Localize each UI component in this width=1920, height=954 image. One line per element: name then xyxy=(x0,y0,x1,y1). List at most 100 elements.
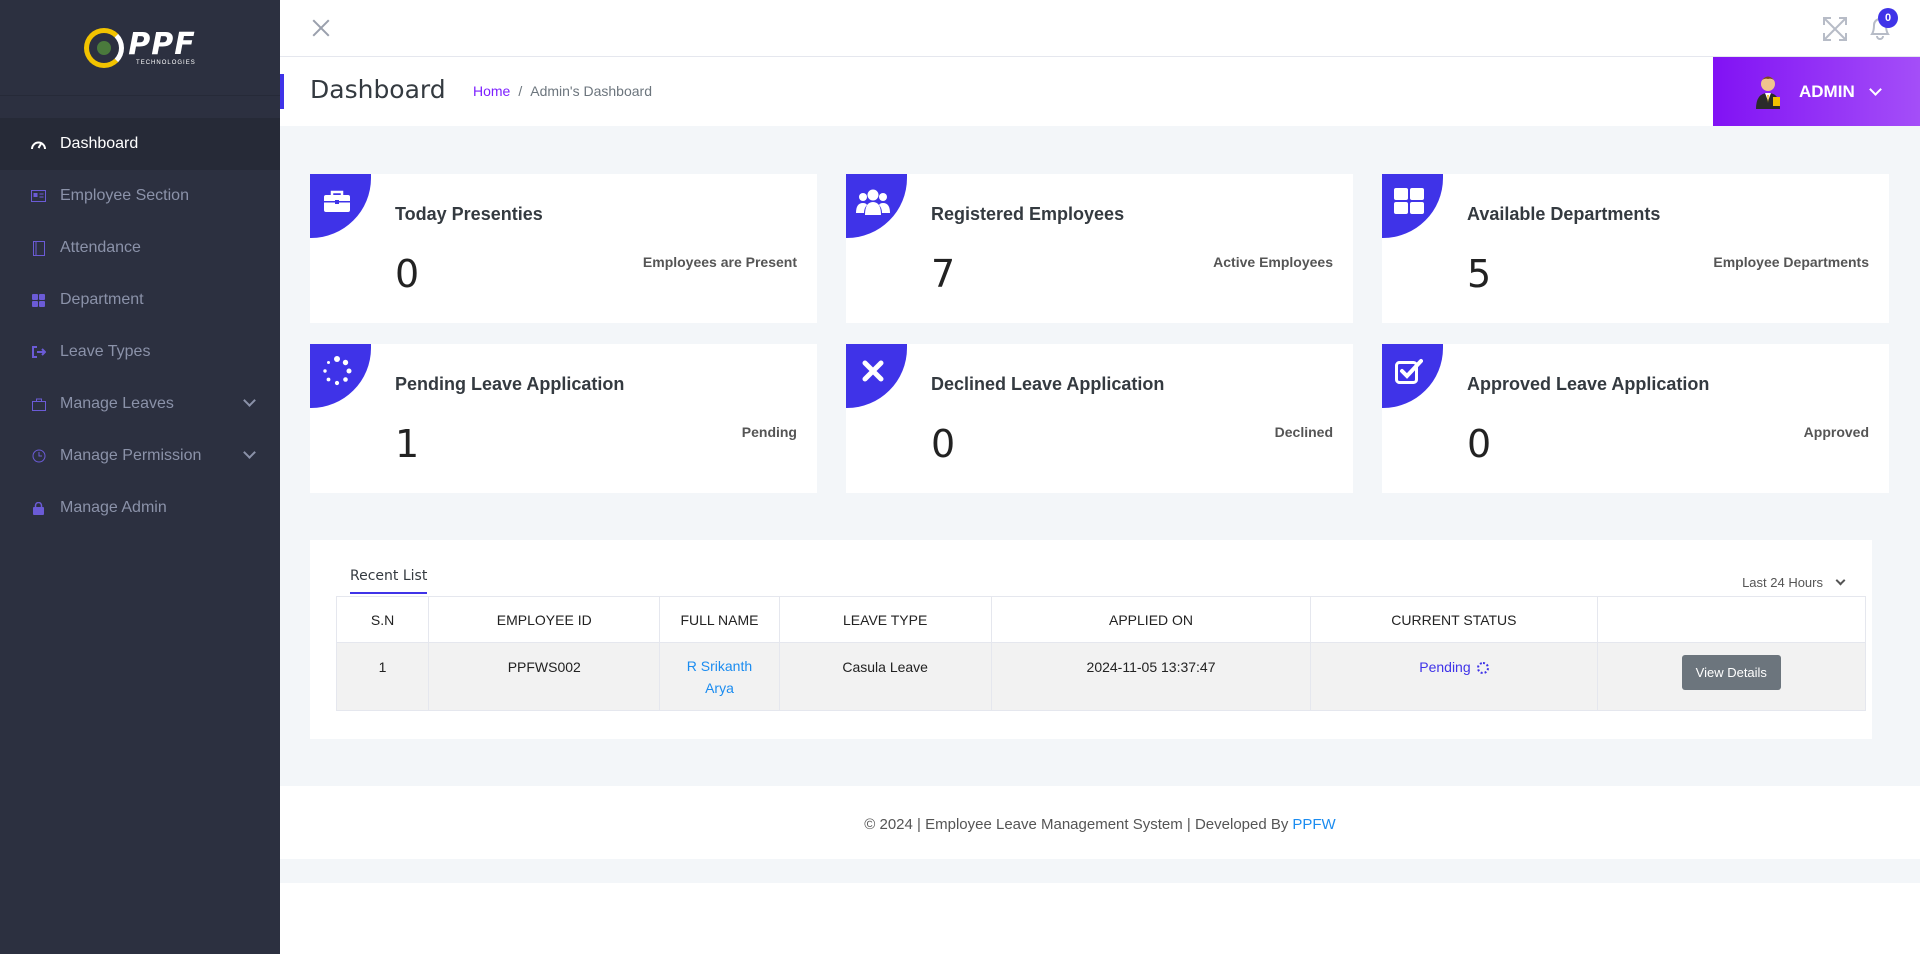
spinner-icon xyxy=(1476,662,1489,675)
column-header: EMPLOYEE ID xyxy=(428,596,661,643)
employee-name-link[interactable]: R Srikanth Arya xyxy=(679,655,759,699)
card-today-presenties: Today Presenties 0 Employees are Present xyxy=(310,174,817,323)
column-header: CURRENT STATUS xyxy=(1310,596,1598,643)
stat-cards: Today Presenties 0 Employees are Present… xyxy=(310,174,1889,493)
view-details-button[interactable]: View Details xyxy=(1681,655,1781,690)
check-square-icon xyxy=(1382,344,1443,408)
lock-icon xyxy=(31,501,46,516)
footer-spacer xyxy=(280,859,1920,883)
header-accent-bar xyxy=(280,74,284,109)
breadcrumb-home-link[interactable]: Home xyxy=(473,83,510,99)
cell-employee-id: PPFWS002 xyxy=(428,642,661,711)
card-title: Available Departments xyxy=(1467,204,1661,224)
card-approved-leave: Approved Leave Application 0 Approved xyxy=(1382,344,1889,493)
sidebar-item-label: Manage Permission xyxy=(60,447,202,464)
admin-user-menu[interactable]: ADMIN xyxy=(1713,57,1920,126)
notification-badge: 0 xyxy=(1878,8,1898,28)
card-pending-leave: Pending Leave Application 1 Pending xyxy=(310,344,817,493)
card-title: Registered Employees xyxy=(931,204,1125,224)
sidebar-item-dashboard[interactable]: Dashboard xyxy=(0,118,280,170)
logo[interactable]: PPF TECHNOLOGIES xyxy=(0,0,280,96)
card-declined-leave: Declined Leave Application 0 Declined xyxy=(846,344,1353,493)
logo-globe-icon xyxy=(84,27,125,68)
cell-full-name: R Srikanth Arya xyxy=(659,642,780,711)
sidebar-item-label: Attendance xyxy=(60,239,141,256)
spinner-icon xyxy=(310,344,371,408)
chevron-down-icon xyxy=(243,394,256,407)
sidebar-item-label: Leave Types xyxy=(60,343,151,360)
logo-subtext: TECHNOLOGIES xyxy=(136,59,196,66)
clock-icon xyxy=(31,449,46,464)
chevron-down-icon xyxy=(243,446,256,459)
card-value: 0 xyxy=(931,422,956,466)
sidebar-item-label: Department xyxy=(60,291,144,308)
sidebar: PPF TECHNOLOGIES Dashboard Employee Sect… xyxy=(0,0,280,954)
exit-icon xyxy=(31,345,46,360)
page-title: Dashboard xyxy=(310,75,446,104)
card-subtitle: Active Employees xyxy=(1213,254,1333,270)
sidebar-item-employee-section[interactable]: Employee Section xyxy=(0,170,280,222)
sidebar-item-leave-types[interactable]: Leave Types xyxy=(0,326,280,378)
id-card-icon xyxy=(31,189,46,204)
sidebar-item-manage-permission[interactable]: Manage Permission xyxy=(0,430,280,482)
card-title: Pending Leave Application xyxy=(395,374,625,394)
fullscreen-icon[interactable] xyxy=(1822,16,1848,42)
card-subtitle: Pending xyxy=(741,424,797,440)
card-subtitle: Declined xyxy=(1274,424,1333,440)
sidebar-item-department[interactable]: Department xyxy=(0,274,280,326)
card-title: Approved Leave Application xyxy=(1467,374,1710,394)
topbar: 0 xyxy=(280,0,1920,57)
column-header: FULL NAME xyxy=(659,596,780,643)
recent-list-table: S.N EMPLOYEE ID FULL NAME LEAVE TYPE APP… xyxy=(335,596,1867,711)
briefcase-icon xyxy=(31,397,46,412)
card-subtitle: Approved xyxy=(1803,424,1869,440)
breadcrumb-separator: / xyxy=(518,83,523,99)
chevron-down-icon xyxy=(1835,575,1846,586)
card-value: 1 xyxy=(395,422,420,466)
recent-list-panel: Recent List Last 24 Hours S.N EMPLOYEE I… xyxy=(310,540,1872,739)
cell-status: Pending xyxy=(1310,642,1598,711)
logo-text: PPF xyxy=(128,26,196,62)
card-value: 0 xyxy=(1467,422,1492,466)
admin-label: ADMIN xyxy=(1799,81,1855,101)
close-icon[interactable] xyxy=(310,17,332,39)
avatar xyxy=(1753,75,1783,109)
sidebar-item-label: Manage Leaves xyxy=(60,395,174,412)
grid-icon xyxy=(1382,174,1443,238)
sidebar-item-label: Manage Admin xyxy=(60,499,167,516)
cell-leave-type: Casula Leave xyxy=(778,642,992,711)
cell-applied-on: 2024-11-05 13:37:47 xyxy=(990,642,1312,711)
sidebar-item-attendance[interactable]: Attendance xyxy=(0,222,280,274)
table-row: 1 PPFWS002 R Srikanth Arya Casula Leave … xyxy=(335,642,1867,711)
page-header: Dashboard Home / Admin's Dashboard ADMIN xyxy=(280,57,1920,126)
card-registered-employees: Registered Employees 7 Active Employees xyxy=(846,174,1353,323)
column-header xyxy=(1596,596,1867,643)
footer: © 2024 | Employee Leave Management Syste… xyxy=(280,789,1920,859)
x-icon xyxy=(846,344,907,408)
sidebar-item-manage-admin[interactable]: Manage Admin xyxy=(0,482,280,534)
table-header-row: S.N EMPLOYEE ID FULL NAME LEAVE TYPE APP… xyxy=(335,596,1867,643)
breadcrumb-current: Admin's Dashboard xyxy=(530,83,652,99)
time-filter-value: Last 24 Hours xyxy=(1742,575,1823,590)
tab-recent-list[interactable]: Recent List xyxy=(350,568,428,594)
cell-sn: 1 xyxy=(335,642,430,711)
sidebar-item-label: Employee Section xyxy=(60,187,189,204)
sidebar-item-manage-leaves[interactable]: Manage Leaves xyxy=(0,378,280,430)
sidebar-item-label: Dashboard xyxy=(60,135,139,152)
sidebar-nav: Dashboard Employee Section Attendance De… xyxy=(0,96,280,534)
time-filter-select[interactable]: Last 24 Hours xyxy=(1742,575,1846,590)
card-value: 7 xyxy=(931,252,956,296)
card-value: 5 xyxy=(1467,252,1492,296)
grid-icon xyxy=(31,293,46,308)
breadcrumb: Home / Admin's Dashboard xyxy=(473,83,652,99)
column-header: APPLIED ON xyxy=(990,596,1312,643)
card-subtitle: Employees are Present xyxy=(642,254,797,270)
card-subtitle: Employee Departments xyxy=(1713,254,1869,270)
dashboard-icon xyxy=(31,137,46,152)
card-value: 0 xyxy=(395,252,420,296)
column-header: LEAVE TYPE xyxy=(778,596,992,643)
footer-developer-link[interactable]: PPFW xyxy=(1292,816,1335,833)
status-badge: Pending xyxy=(1419,659,1471,675)
chevron-down-icon xyxy=(1868,82,1882,96)
card-title: Declined Leave Application xyxy=(931,374,1165,394)
